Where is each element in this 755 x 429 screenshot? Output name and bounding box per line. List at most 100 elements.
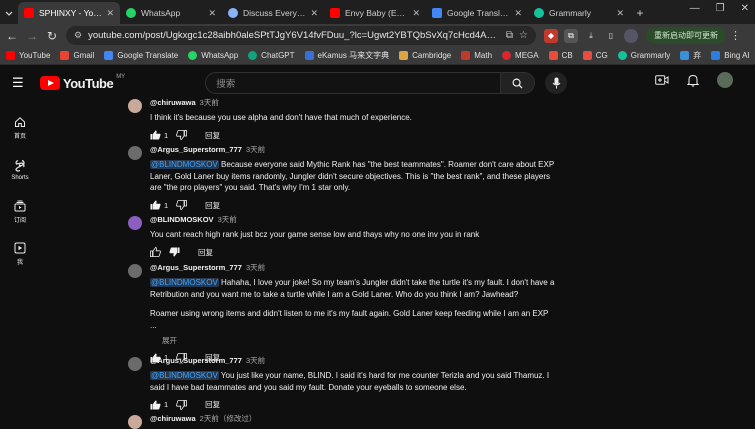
bookmark-folder[interactable]: 弃 — [680, 50, 701, 61]
bookmark-star-icon[interactable]: ☆ — [519, 30, 528, 41]
bookmark-chatgpt[interactable]: ChatGPT — [248, 51, 295, 60]
like-button[interactable]: 1 — [150, 130, 168, 140]
comment-time[interactable]: 2天前（修改过） — [200, 413, 257, 424]
comment-time[interactable]: 3天前 — [200, 97, 219, 108]
expand-button[interactable]: 展开 — [162, 335, 555, 346]
bookmark-mega[interactable]: MEGA — [502, 51, 539, 60]
site-info-icon[interactable]: ⚙ — [74, 30, 82, 41]
new-tab-button[interactable]: + — [630, 2, 650, 24]
address-bar[interactable]: ⚙ youtube.com/post/Ugkxgc1c28aibh0aleSPt… — [66, 26, 536, 45]
close-icon[interactable]: ✕ — [208, 8, 216, 19]
avatar[interactable] — [128, 146, 142, 160]
avatar[interactable] — [128, 99, 142, 113]
comment-text: @BLINDMOSKOV Hahaha, I love your joke! S… — [150, 277, 555, 300]
account-avatar[interactable] — [717, 72, 733, 88]
install-icon[interactable]: ⧉ — [506, 30, 513, 41]
avatar[interactable] — [128, 264, 142, 278]
like-button[interactable]: 1 — [150, 200, 168, 210]
cg-icon — [582, 51, 592, 60]
close-icon[interactable]: ✕ — [412, 8, 420, 19]
dislike-button[interactable] — [176, 200, 188, 210]
tab-label: Envy Baby (English — [345, 8, 408, 18]
mention-link[interactable]: @BLINDMOSKOV — [150, 160, 219, 169]
dislike-button[interactable] — [176, 130, 188, 140]
comment-time[interactable]: 3天前 — [246, 355, 265, 366]
reply-button[interactable]: 回复 — [205, 399, 220, 410]
comment-author[interactable]: @chiruwawa — [150, 414, 196, 423]
comment-time[interactable]: 3天前 — [246, 144, 265, 155]
like-button[interactable]: 1 — [150, 400, 168, 410]
search-input[interactable]: 搜索 — [205, 72, 502, 94]
tab-envy-baby[interactable]: Envy Baby (English ✕ — [324, 2, 426, 24]
tab-search-button[interactable] — [0, 2, 18, 24]
tab-discuss-everything[interactable]: Discuss Everything ✕ — [222, 2, 324, 24]
puzzle-icon[interactable]: ⧉ — [564, 28, 578, 43]
forward-button[interactable]: → — [22, 26, 42, 46]
avatar[interactable] — [128, 357, 142, 371]
bookmark-cambridge[interactable]: Cambridge — [399, 51, 451, 60]
bookmark-google-translate[interactable]: Google Translate — [104, 51, 178, 60]
math-icon — [461, 51, 471, 60]
sidebar-item-shorts[interactable]: Shorts — [0, 150, 40, 190]
more-menu-icon[interactable]: ⋮ — [730, 29, 741, 42]
restore-icon[interactable]: ❐ — [716, 3, 725, 14]
thumbs-up-filled-icon — [150, 130, 161, 140]
extension-icon[interactable]: ◆ — [544, 28, 558, 43]
bookmark-cg[interactable]: CG — [582, 51, 608, 60]
reply-button[interactable]: 回复 — [205, 200, 220, 211]
sidebar-item-you[interactable]: 我 — [0, 234, 40, 274]
mention-link[interactable]: @BLINDMOSKOV — [150, 371, 219, 380]
tab-sphinxy-youtube[interactable]: SPHINXY - YouTube ✕ — [18, 2, 120, 24]
bookmark-math[interactable]: Math — [461, 51, 492, 60]
comment-author[interactable]: @Argus_Superstorm_777 — [150, 145, 242, 154]
comment-author[interactable]: @BLINDMOSKOV — [150, 215, 214, 224]
comment-time[interactable]: 3天前 — [246, 262, 265, 273]
back-button[interactable]: ← — [2, 26, 22, 46]
dislike-button[interactable] — [176, 399, 188, 410]
whatsapp-favicon-icon — [126, 8, 136, 18]
like-button[interactable] — [150, 247, 161, 257]
comment-author[interactable]: @chiruwawa — [150, 98, 196, 107]
menu-icon[interactable]: ☰ — [12, 75, 36, 91]
avatar[interactable] — [128, 415, 142, 429]
sidepanel-icon[interactable]: ▯ — [604, 29, 618, 43]
update-button[interactable]: 重新启动即可更新 — [646, 27, 726, 44]
bookmark-youtube[interactable]: YouTube — [6, 51, 50, 60]
sidebar-item-home[interactable]: 首页 — [0, 108, 40, 148]
download-icon[interactable]: ⤓ — [584, 29, 598, 43]
sidebar-item-subscriptions[interactable]: 订阅 — [0, 192, 40, 232]
close-icon[interactable]: ✕ — [310, 8, 318, 19]
bookmark-gmail[interactable]: Gmail — [60, 51, 94, 60]
close-icon[interactable]: ✕ — [106, 8, 114, 19]
comment-author[interactable]: @Argus_Superstorm_777 — [150, 263, 242, 272]
create-video-icon[interactable] — [655, 74, 669, 86]
tab-google-translate[interactable]: Google Translate ✕ — [426, 2, 528, 24]
bookmark-bing-ai[interactable]: Bing AI — [711, 51, 750, 60]
tab-whatsapp[interactable]: WhatsApp ✕ — [120, 2, 222, 24]
minimize-icon[interactable]: — — [690, 3, 700, 14]
notifications-bell-icon[interactable] — [687, 74, 699, 87]
search-button[interactable] — [501, 72, 536, 94]
avatar[interactable] — [128, 216, 142, 230]
comment-text: @BLINDMOSKOV You just like your name, BL… — [150, 370, 555, 393]
reload-button[interactable]: ↻ — [42, 26, 62, 46]
profile-avatar[interactable] — [624, 28, 638, 43]
bookmark-cb[interactable]: CB — [548, 51, 573, 60]
bookmark-grammarly[interactable]: Grammarly — [617, 51, 670, 60]
dislike-button[interactable] — [169, 247, 180, 257]
comment-author[interactable]: @Argus_Superstorm_777 — [150, 356, 242, 365]
reply-button[interactable]: 回复 — [205, 130, 220, 141]
tab-label: Grammarly — [549, 8, 592, 18]
voice-search-button[interactable] — [545, 72, 568, 94]
close-icon[interactable]: ✕ — [514, 8, 522, 19]
close-icon[interactable]: ✕ — [616, 8, 624, 19]
bookmark-label: MEGA — [515, 51, 539, 60]
bookmark-whatsapp[interactable]: WhatsApp — [188, 51, 238, 60]
reply-button[interactable]: 回复 — [198, 247, 213, 258]
mention-link[interactable]: @BLINDMOSKOV — [150, 278, 219, 287]
tab-grammarly[interactable]: Grammarly ✕ — [528, 2, 630, 24]
youtube-logo[interactable]: YouTube MY — [40, 74, 125, 91]
close-window-icon[interactable]: ✕ — [741, 3, 749, 14]
comment-time[interactable]: 3天前 — [218, 214, 237, 225]
bookmark-ekamus[interactable]: eKamus 马来文字典 — [304, 50, 389, 61]
